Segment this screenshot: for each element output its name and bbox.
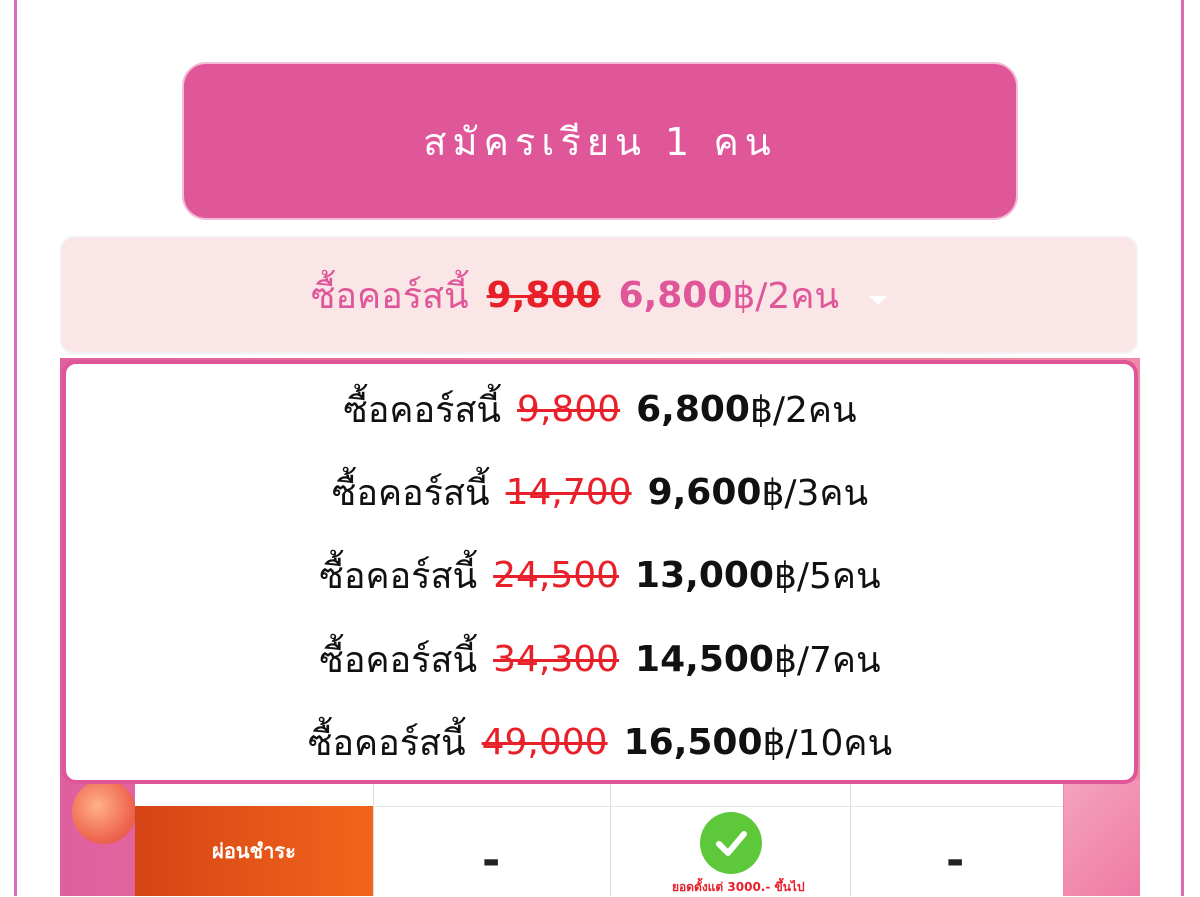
- package-dropdown-list: ซื้อคอร์สนี้ 9,800 6,800 ฿/2คน ซื้อคอร์ส…: [62, 360, 1138, 784]
- option-prefix: ซื้อคอร์สนี้: [319, 556, 478, 598]
- option-old-price: 14,700: [505, 472, 632, 514]
- select-suffix: ฿/2คน: [732, 275, 840, 317]
- option-suffix: ฿/10คน: [762, 722, 893, 764]
- dropdown-option-7-people[interactable]: ซื้อคอร์สนี้ 34,300 14,500 ฿/7คน: [66, 618, 1134, 701]
- table-divider: [850, 780, 851, 896]
- option-new-price: 9,600: [647, 472, 762, 514]
- dropdown-option-2-people[interactable]: ซื้อคอร์สนี้ 9,800 6,800 ฿/2คน: [66, 368, 1134, 451]
- decorative-shape: [1064, 780, 1140, 896]
- table-row-divider: [373, 806, 1063, 807]
- option-suffix: ฿/3คน: [761, 473, 869, 515]
- option-suffix: ฿/5คน: [773, 556, 881, 598]
- dropdown-option-10-people[interactable]: ซื้อคอร์สนี้ 49,000 16,500 ฿/10คน: [66, 701, 1134, 784]
- option-old-price: 34,300: [493, 638, 620, 680]
- select-prefix: ซื้อคอร์สนี้: [310, 275, 469, 317]
- dropdown-option-3-people[interactable]: ซื้อคอร์สนี้ 14,700 9,600 ฿/3คน: [66, 451, 1134, 534]
- option-prefix: ซื้อคอร์สนี้: [319, 639, 478, 681]
- option-new-price: 14,500: [635, 638, 774, 680]
- installment-minimum-note: ยอดตั้งแต่ 3000.- ขึ้นไป: [672, 880, 805, 894]
- frame-right-border: [1181, 0, 1184, 896]
- option-suffix: ฿/7คน: [773, 639, 881, 681]
- installment-col3-value: -: [946, 835, 965, 886]
- option-prefix: ซื้อคอร์สนี้: [307, 722, 466, 764]
- check-mark-icon: [716, 831, 747, 856]
- option-new-price: 16,500: [623, 721, 763, 763]
- check-icon: [700, 812, 762, 874]
- option-prefix: ซื้อคอร์สนี้: [331, 473, 490, 515]
- option-old-price: 49,000: [481, 721, 608, 763]
- option-new-price: 13,000: [635, 555, 774, 597]
- option-new-price: 6,800: [636, 389, 750, 431]
- option-old-price: 9,800: [517, 389, 621, 431]
- frame-left-border: [14, 0, 17, 896]
- table-divider: [610, 780, 611, 896]
- option-suffix: ฿/2คน: [749, 390, 857, 432]
- signup-one-person-button[interactable]: สมัครเรียน 1 คน: [184, 64, 1016, 218]
- chevron-down-icon[interactable]: [869, 295, 888, 305]
- installment-row-label: ผ่อนชำระ: [135, 806, 373, 896]
- installment-col1-value: -: [482, 835, 501, 886]
- option-old-price: 24,500: [493, 555, 620, 597]
- installment-label-text: ผ่อนชำระ: [212, 839, 296, 863]
- select-new-price: 6,800: [618, 274, 733, 316]
- option-prefix: ซื้อคอร์สนี้: [343, 390, 502, 432]
- package-select[interactable]: ซื้อคอร์สนี้ 9,800 6,800 ฿/2คน: [60, 236, 1138, 354]
- coin-icon: [72, 780, 136, 844]
- signup-button-label: สมัครเรียน 1 คน: [423, 119, 777, 164]
- table-divider: [373, 780, 374, 896]
- select-old-price: 9,800: [486, 274, 601, 316]
- dropdown-option-5-people[interactable]: ซื้อคอร์สนี้ 24,500 13,000 ฿/5คน: [66, 534, 1134, 617]
